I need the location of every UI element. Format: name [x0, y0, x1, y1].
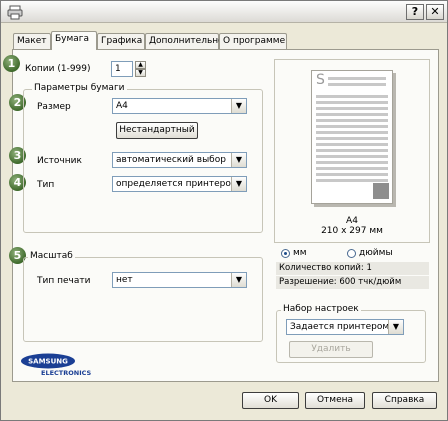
title-bar: ? ✕	[1, 1, 447, 23]
print-type-select[interactable]: нет ▼	[112, 272, 247, 288]
preview-image-block	[373, 183, 389, 199]
resolution-info: Разрешение: 600 тчк/дюйм	[276, 276, 429, 289]
logo-sub-text: ELECTRONICS	[41, 369, 92, 377]
preview-line	[316, 161, 388, 164]
spin-up-icon: ▲	[138, 61, 143, 68]
paper-size-select[interactable]: A4 ▼	[112, 98, 247, 114]
callout-badge-1: 1	[3, 55, 20, 72]
close-icon: ✕	[430, 5, 440, 18]
tab-paper[interactable]: Бумага	[51, 31, 97, 50]
tab-about[interactable]: О программе	[219, 33, 287, 49]
copies-label: Копии (1-999)	[25, 64, 91, 74]
scaling-group: Масштаб	[23, 251, 263, 342]
copies-input[interactable]: 1	[111, 61, 133, 77]
close-title-button[interactable]: ✕	[426, 4, 444, 20]
chevron-down-icon[interactable]: ▼	[231, 177, 246, 191]
samsung-logo-ellipse: SAMSUNG	[21, 353, 75, 369]
preview-line	[316, 167, 388, 170]
help-title-button[interactable]: ?	[406, 4, 424, 20]
custom-size-button[interactable]: Нестандартный	[116, 122, 198, 139]
delete-favorite-button[interactable]: Удалить	[289, 341, 373, 358]
preview-line	[316, 101, 388, 104]
question-icon: ?	[411, 5, 419, 18]
cancel-button[interactable]: Отмена	[305, 392, 365, 409]
preview-line	[316, 137, 388, 140]
tab-graphics[interactable]: Графика	[97, 33, 145, 49]
preview-line	[316, 149, 388, 152]
size-label: Размер	[37, 102, 71, 112]
paper-size-dims: 210 x 297 мм	[321, 226, 383, 236]
preview-line	[316, 107, 388, 110]
favorites-value: Задается принтером	[290, 322, 390, 332]
unit-mm-label: мм	[293, 248, 307, 258]
unit-inch-radio[interactable]	[347, 249, 356, 258]
paper-source-select[interactable]: автоматический выбор ▼	[112, 152, 247, 168]
favorites-title: Набор настроек	[281, 304, 361, 314]
chevron-down-icon[interactable]: ▼	[231, 99, 246, 113]
preview-line	[316, 95, 388, 98]
chevron-down-icon[interactable]: ▼	[231, 273, 246, 287]
print-type-value: нет	[116, 275, 133, 285]
paper-size-value: A4	[116, 101, 128, 111]
preview-line	[316, 119, 388, 122]
source-label: Источник	[37, 156, 82, 166]
chevron-down-icon[interactable]: ▼	[388, 320, 403, 334]
preview-line	[328, 77, 386, 80]
type-label: Тип	[37, 180, 55, 190]
unit-mm-radio[interactable]	[281, 249, 290, 258]
tab-layout[interactable]: Макет	[13, 33, 51, 49]
copies-info: Количество копий: 1	[276, 262, 429, 275]
paper-options-title: Параметры бумаги	[32, 83, 127, 93]
help-button[interactable]: Справка	[372, 392, 437, 409]
spin-down-icon: ▼	[138, 69, 143, 76]
preview-line	[316, 125, 388, 128]
paper-type-select[interactable]: определяется принтером ▼	[112, 176, 247, 192]
copies-spin-up[interactable]: ▲	[135, 61, 146, 69]
preview-line	[328, 83, 386, 86]
logo-brand-text: SAMSUNG	[28, 358, 68, 366]
paper-source-value: автоматический выбор	[116, 155, 226, 165]
page-preview-image: S	[311, 70, 393, 204]
favorites-select[interactable]: Задается принтером ▼	[286, 319, 404, 335]
paper-type-value: определяется принтером	[116, 179, 238, 189]
tab-extras[interactable]: Дополнительно	[145, 33, 224, 49]
preview-line	[316, 179, 388, 182]
chevron-down-icon[interactable]: ▼	[231, 153, 246, 167]
printer-properties-window: ? ✕ Макет Бумага Графика Дополнительно О…	[0, 0, 448, 421]
page-preview: S A4 210 x 297 мм	[274, 59, 430, 243]
scaling-title: Масштаб	[28, 251, 75, 261]
preview-line	[316, 113, 388, 116]
samsung-logo: SAMSUNG ELECTRONICS	[20, 353, 115, 379]
preview-line	[316, 131, 388, 134]
preview-line	[316, 155, 388, 158]
printer-app-icon	[7, 5, 23, 20]
paper-size-name: A4	[346, 216, 358, 226]
ok-button[interactable]: OK	[242, 392, 299, 409]
copies-spin-down[interactable]: ▼	[135, 69, 146, 77]
preview-line	[316, 173, 388, 176]
unit-inch-label: дюймы	[359, 248, 393, 258]
preview-line	[316, 143, 388, 146]
print-type-label: Тип печати	[37, 276, 91, 286]
page-letter: S	[316, 72, 325, 88]
